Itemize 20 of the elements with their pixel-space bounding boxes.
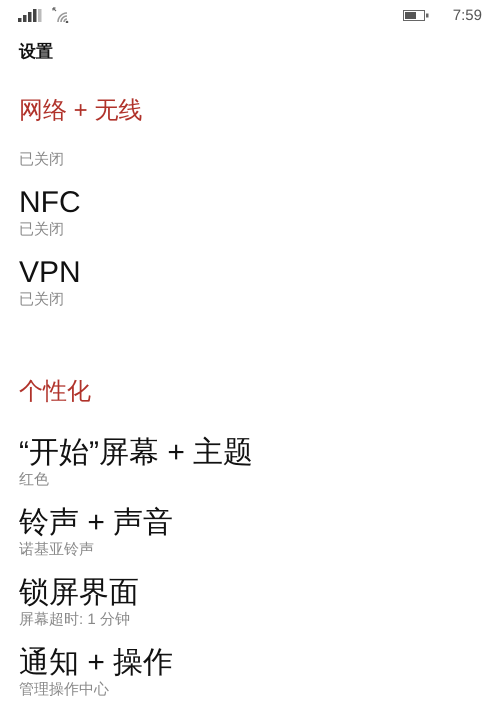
page-title: 设置	[19, 41, 54, 63]
setting-title[interactable]: VPN	[19, 255, 81, 290]
section-header: 网络 + 无线	[19, 96, 142, 126]
setting-title[interactable]: 锁屏界面	[19, 575, 139, 610]
setting-subtitle: 屏幕超时: 1 分钟	[19, 610, 130, 630]
wifi-icon	[52, 7, 70, 23]
setting-title[interactable]: 通知 + 操作	[19, 645, 174, 680]
setting-title[interactable]: NFC	[19, 185, 81, 220]
setting-subtitle: 诺基亚铃声	[19, 540, 94, 560]
signal-icon	[18, 8, 42, 22]
setting-subtitle: 已关闭	[19, 290, 64, 310]
section-header: 个性化	[19, 377, 91, 407]
setting-subtitle: 红色	[19, 470, 49, 490]
battery-icon	[402, 10, 429, 20]
setting-subtitle: 管理操作中心	[19, 680, 109, 700]
setting-subtitle: 已关闭	[19, 150, 64, 170]
setting-title[interactable]: “开始”屏幕 + 主题	[19, 435, 254, 470]
setting-subtitle: 已关闭	[19, 220, 64, 240]
status-time: 7:59	[452, 6, 482, 24]
setting-title[interactable]: 铃声 + 声音	[19, 505, 174, 540]
